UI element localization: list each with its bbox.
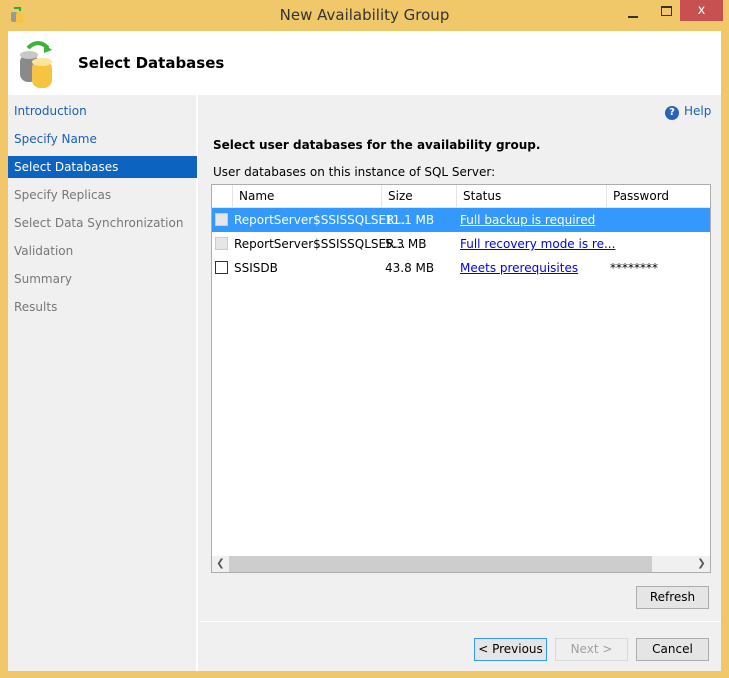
dialog-client: Select Databases Introduction Specify Na… — [8, 31, 721, 671]
row-checkbox — [215, 213, 228, 226]
db-name: SSISDB — [234, 261, 278, 275]
nav-item-introduction[interactable]: Introduction — [8, 100, 197, 122]
cancel-button[interactable]: Cancel — [636, 638, 709, 661]
wizard-nav: Introduction Specify Name Select Databas… — [8, 95, 198, 671]
help-icon: ? — [665, 106, 679, 120]
help-label: Help — [684, 104, 712, 118]
db-size: 11.1 MB — [385, 213, 435, 227]
scrollbar-thumb[interactable] — [229, 556, 652, 572]
page-title: Select Databases — [78, 54, 225, 72]
row-checkbox[interactable] — [215, 261, 228, 274]
column-password[interactable]: Password — [613, 189, 669, 203]
nav-item-summary: Summary — [14, 272, 72, 286]
table-row[interactable]: ReportServer$SSISSQLSER... 5.3 MB Full r… — [212, 232, 710, 256]
db-password[interactable]: ******** — [610, 261, 658, 275]
next-button: Next > — [555, 638, 628, 661]
column-name[interactable]: Name — [239, 189, 274, 203]
divider — [200, 621, 721, 622]
page-header: Select Databases — [8, 31, 721, 95]
previous-button[interactable]: < Previous — [474, 638, 547, 661]
db-name: ReportServer$SSISSQLSER... — [234, 213, 406, 227]
row-checkbox — [215, 237, 228, 250]
db-size: 5.3 MB — [385, 237, 427, 251]
column-size[interactable]: Size — [388, 189, 413, 203]
horizontal-scrollbar[interactable]: ❮ ❯ — [212, 556, 710, 572]
nav-item-select-data-synchronization: Select Data Synchronization — [14, 216, 184, 230]
close-button[interactable]: x — [680, 0, 723, 21]
table-row[interactable]: ReportServer$SSISSQLSER... 11.1 MB Full … — [212, 208, 710, 232]
scroll-left-icon[interactable]: ❮ — [212, 556, 229, 572]
title-bar: New Availability Group x — [0, 0, 729, 31]
db-size: 43.8 MB — [385, 261, 435, 275]
minimize-button[interactable] — [628, 16, 638, 18]
scroll-right-icon[interactable]: ❯ — [693, 556, 710, 572]
nav-item-specify-replicas: Specify Replicas — [14, 188, 112, 202]
refresh-button[interactable]: Refresh — [636, 586, 709, 609]
nav-item-select-databases[interactable]: Select Databases — [8, 156, 197, 178]
column-status[interactable]: Status — [463, 189, 501, 203]
databases-table[interactable]: Name Size Status Password ReportServer$S… — [211, 184, 711, 573]
table-header: Name Size Status Password — [212, 185, 710, 208]
database-icon — [20, 41, 52, 88]
db-status-link[interactable]: Full backup is required — [460, 213, 595, 227]
table-label: User databases on this instance of SQL S… — [213, 165, 496, 179]
nav-item-results: Results — [14, 300, 58, 314]
db-status-link[interactable]: Full recovery mode is re... — [460, 237, 615, 251]
instruction-text: Select user databases for the availabili… — [213, 138, 541, 152]
table-row[interactable]: SSISDB 43.8 MB Meets prerequisites *****… — [212, 256, 710, 280]
nav-item-validation: Validation — [14, 244, 74, 258]
nav-item-specify-name[interactable]: Specify Name — [8, 128, 197, 150]
maximize-button[interactable] — [661, 6, 672, 16]
db-status-link[interactable]: Meets prerequisites — [460, 261, 578, 275]
db-name: ReportServer$SSISSQLSER... — [234, 237, 406, 251]
window-title: New Availability Group — [279, 6, 450, 24]
main-panel: ? Help Select user databases for the avai… — [200, 95, 721, 671]
help-link[interactable]: ? Help — [665, 104, 711, 120]
